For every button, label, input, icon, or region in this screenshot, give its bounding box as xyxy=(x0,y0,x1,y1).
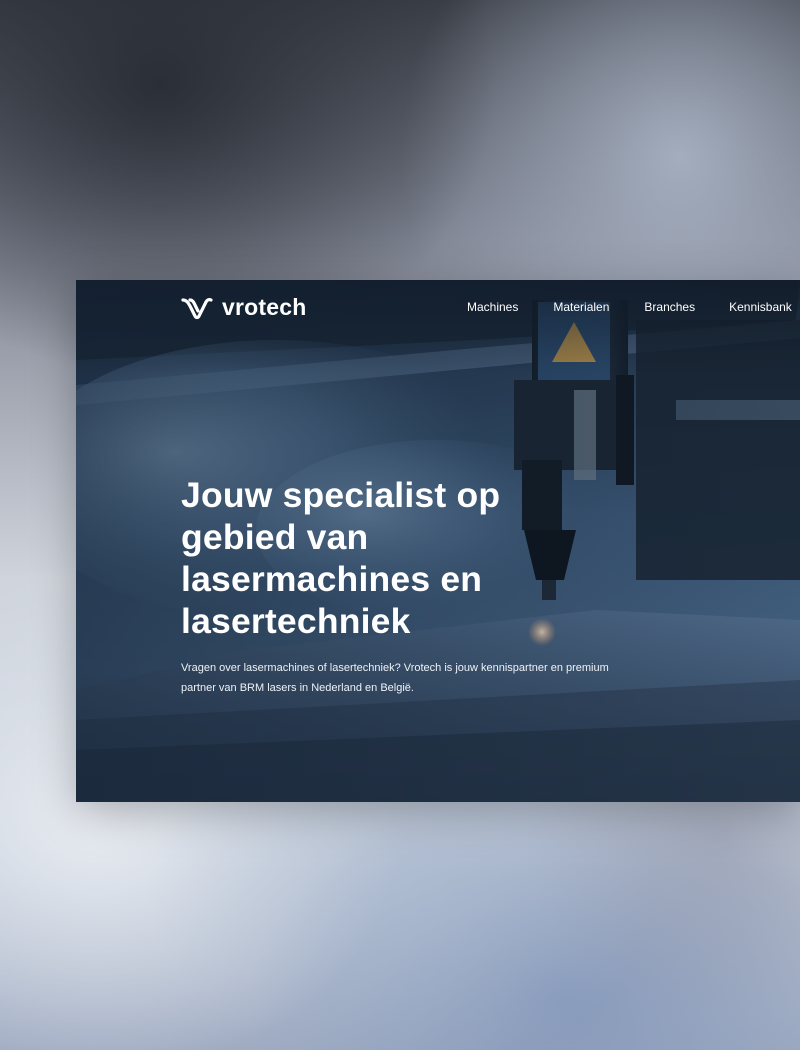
nav-link-machines[interactable]: Machines xyxy=(467,300,518,314)
logo[interactable]: vrotech xyxy=(180,294,306,321)
v-logo-icon xyxy=(181,297,213,319)
nav-link-branches[interactable]: Branches xyxy=(644,300,695,314)
top-navigation: vrotech Machines Materialen Branches Ken… xyxy=(76,280,800,336)
nav-links: Machines Materialen Branches Kennisbank xyxy=(467,300,792,314)
brand-name: vrotech xyxy=(222,294,307,320)
nav-link-materialen[interactable]: Materialen xyxy=(553,300,609,314)
hero-section: vrotech Machines Materialen Branches Ken… xyxy=(76,280,800,802)
nav-link-kennisbank[interactable]: Kennisbank xyxy=(729,300,792,314)
hero-lead-text: Vragen over lasermachines of lasertechni… xyxy=(181,662,609,694)
hero-headline: Jouw specialist op gebied van lasermachi… xyxy=(181,475,501,641)
